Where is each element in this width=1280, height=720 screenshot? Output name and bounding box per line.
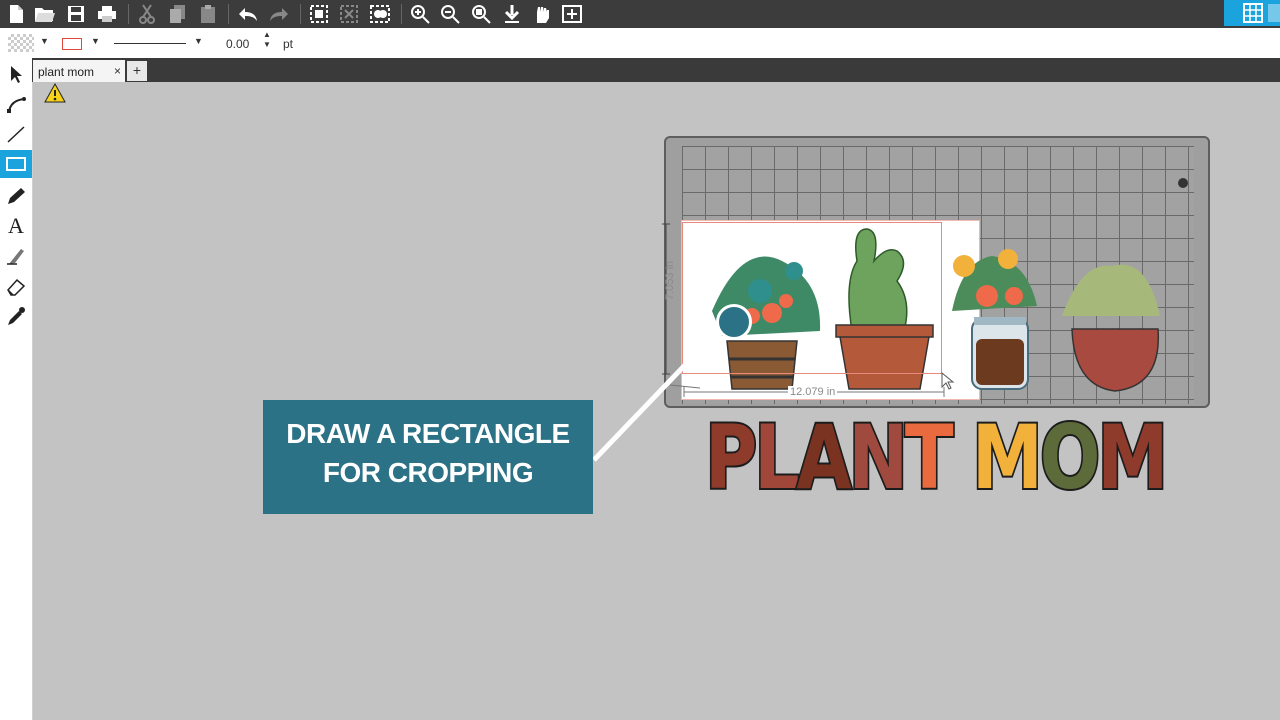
click-indicator-dot bbox=[716, 304, 752, 340]
eraser-tool-icon[interactable] bbox=[2, 272, 30, 300]
stroke-unit-label: pt bbox=[283, 37, 294, 51]
line-style-preview[interactable] bbox=[114, 43, 186, 44]
redo-icon[interactable] bbox=[267, 2, 291, 26]
stroke-dropdown-arrow-icon[interactable]: ▼ bbox=[91, 36, 100, 46]
tools-panel: A bbox=[0, 58, 33, 720]
dimension-guides bbox=[662, 223, 945, 397]
callout-pointer-line bbox=[592, 362, 688, 462]
cut-icon[interactable] bbox=[135, 2, 159, 26]
edit-points-tool-icon[interactable] bbox=[2, 90, 30, 118]
line-tool-icon[interactable] bbox=[2, 120, 30, 148]
add-tab-button[interactable]: + bbox=[127, 61, 147, 81]
zoom-fit-icon[interactable] bbox=[469, 2, 493, 26]
mat-registration-mark bbox=[1178, 178, 1188, 188]
plant-mom-title-art: PLANT MOM bbox=[703, 410, 1170, 502]
text-tool-icon[interactable]: A bbox=[2, 212, 30, 240]
stroke-width-spinner-icon[interactable]: ▲ ▼ bbox=[263, 30, 271, 50]
succulent-plant bbox=[1062, 264, 1160, 392]
group-icon[interactable] bbox=[307, 2, 331, 26]
pan-hand-icon[interactable] bbox=[530, 2, 554, 26]
main-toolbar bbox=[0, 0, 1280, 28]
document-tab-strip: plant mom × + bbox=[32, 58, 1280, 82]
open-folder-icon[interactable] bbox=[33, 2, 57, 26]
pencil-tool-icon[interactable] bbox=[2, 182, 30, 210]
width-dimension-label: 12.079 in bbox=[788, 386, 838, 398]
knife-tool-icon[interactable] bbox=[2, 242, 30, 270]
callout-line-1: DRAW A RECTANGLE bbox=[286, 418, 570, 449]
callout-text: DRAW A RECTANGLE FOR CROPPING bbox=[263, 414, 593, 492]
height-dimension-label: 7.053 in bbox=[664, 260, 676, 300]
print-icon[interactable] bbox=[95, 2, 119, 26]
fill-color-swatch[interactable] bbox=[8, 34, 34, 52]
copy-icon[interactable] bbox=[165, 2, 189, 26]
callout-line-2: FOR CROPPING bbox=[322, 457, 534, 488]
line-style-dropdown-arrow-icon[interactable]: ▼ bbox=[194, 36, 203, 46]
document-tab[interactable]: plant mom × bbox=[33, 60, 125, 82]
eyedropper-tool-icon[interactable] bbox=[2, 302, 30, 330]
rectangle-tool-icon[interactable] bbox=[0, 150, 32, 178]
fill-dropdown-arrow-icon[interactable]: ▼ bbox=[40, 36, 49, 46]
mouse-pointer-icon bbox=[941, 372, 955, 390]
ungroup-icon[interactable] bbox=[337, 2, 361, 26]
zoom-in-icon[interactable] bbox=[408, 2, 432, 26]
grid-panel-icon[interactable] bbox=[1224, 0, 1280, 26]
select-tool-icon[interactable] bbox=[2, 60, 30, 88]
move-down-icon[interactable] bbox=[500, 2, 524, 26]
close-tab-icon[interactable]: × bbox=[114, 64, 121, 78]
warning-icon[interactable] bbox=[44, 82, 66, 108]
properties-bar: ▼ ▼ ▼ 0.00 ▲ ▼ pt bbox=[0, 28, 1280, 59]
svg-text:PLANT MOM: PLANT MOM bbox=[705, 410, 1165, 502]
paste-icon[interactable] bbox=[196, 2, 220, 26]
undo-icon[interactable] bbox=[236, 2, 260, 26]
jar-plant bbox=[952, 249, 1037, 390]
weld-icon[interactable] bbox=[368, 2, 392, 26]
save-icon[interactable] bbox=[64, 2, 88, 26]
stroke-width-input[interactable]: 0.00 bbox=[226, 37, 249, 51]
stroke-color-swatch[interactable] bbox=[62, 38, 82, 50]
new-file-icon[interactable] bbox=[4, 2, 28, 26]
add-page-icon[interactable] bbox=[560, 2, 584, 26]
instruction-callout: DRAW A RECTANGLE FOR CROPPING bbox=[263, 400, 593, 514]
zoom-out-icon[interactable] bbox=[438, 2, 462, 26]
document-tab-label: plant mom bbox=[38, 65, 95, 79]
